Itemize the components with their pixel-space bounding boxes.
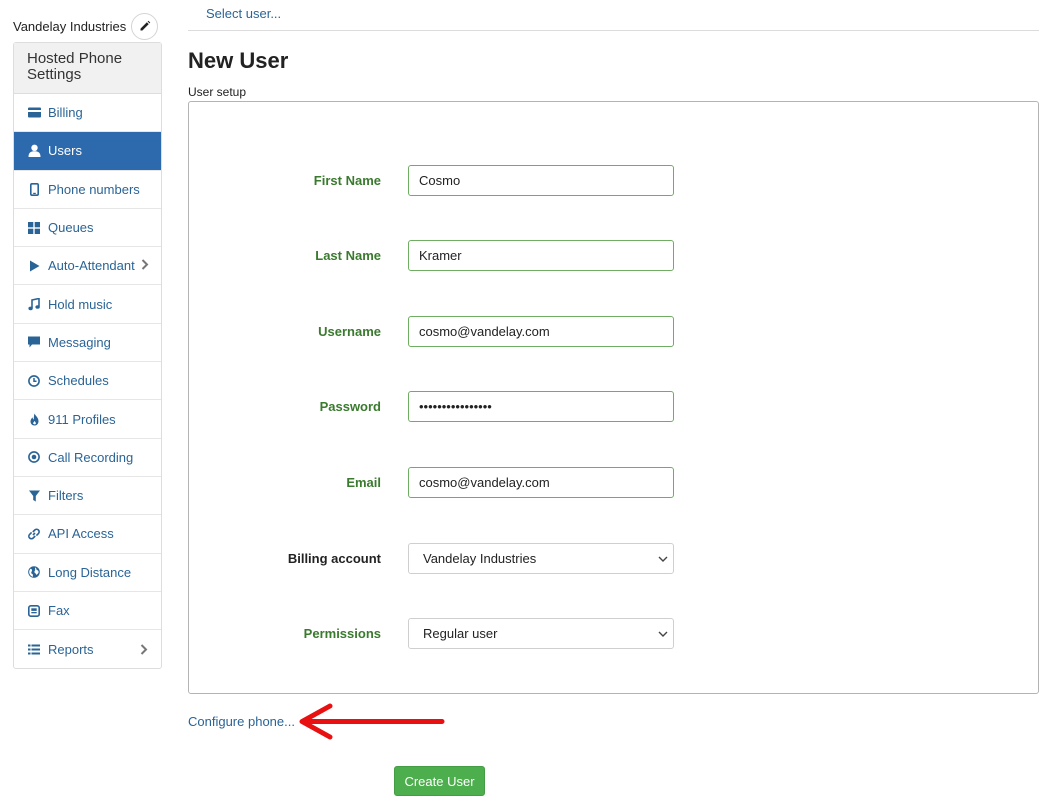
- password-input[interactable]: [408, 391, 674, 422]
- sidebar: Hosted Phone Settings Billing Users Phon…: [13, 42, 162, 670]
- sidebar-item-hold-music[interactable]: Hold music: [14, 285, 161, 324]
- sidebar-item-phone-numbers[interactable]: Phone numbers: [14, 171, 161, 209]
- sidebar-item-fax[interactable]: Fax: [14, 592, 161, 631]
- section-label: User setup: [188, 85, 247, 99]
- last-name-row: Last Name: [189, 240, 1038, 271]
- sidebar-item-schedules[interactable]: Schedules: [14, 362, 161, 401]
- first-name-input[interactable]: [408, 165, 674, 196]
- sidebar-item-label: Phone numbers: [48, 181, 140, 197]
- company-name: Vandelay Industries: [13, 18, 127, 34]
- username-label: Username: [318, 324, 381, 339]
- pencil-icon: [140, 20, 150, 31]
- mobile-phone-icon: [27, 182, 41, 196]
- billing-account-value: Vandelay Industries: [423, 551, 537, 566]
- sidebar-item-billing[interactable]: Billing: [14, 94, 161, 133]
- record-icon: [27, 450, 41, 464]
- sidebar-item-label: 911 Profiles: [48, 411, 116, 427]
- sidebar-item-queues[interactable]: Queues: [14, 209, 161, 248]
- credit-card-icon: [27, 106, 41, 120]
- list-icon: [27, 642, 41, 656]
- edit-company-button[interactable]: [131, 12, 159, 40]
- red-arrow-annotation: [299, 703, 445, 740]
- username-input[interactable]: [408, 316, 674, 347]
- email-label: Email: [346, 475, 381, 490]
- username-row: Username: [189, 316, 1038, 347]
- first-name-row: First Name: [189, 165, 1038, 196]
- sidebar-item-label: Billing: [48, 105, 83, 121]
- sidebar-item-label: Messaging: [48, 334, 111, 350]
- sidebar-item-reports[interactable]: Reports: [14, 630, 161, 668]
- sidebar-item-filters[interactable]: Filters: [14, 477, 161, 516]
- sidebar-item-auto-attendant[interactable]: Auto-Attendant: [14, 247, 161, 286]
- permissions-value: Regular user: [423, 626, 498, 641]
- configure-phone-link[interactable]: Configure phone...: [188, 714, 295, 729]
- sidebar-item-label: Schedules: [48, 373, 109, 389]
- email-row: Email: [189, 467, 1038, 498]
- link-icon: [27, 527, 41, 541]
- permissions-label: Permissions: [303, 626, 381, 641]
- first-name-label: First Name: [313, 173, 381, 188]
- sidebar-item-label: Queues: [48, 220, 94, 236]
- sidebar-item-label: Users: [48, 143, 82, 159]
- email-input[interactable]: [408, 467, 674, 498]
- sidebar-item-long-distance[interactable]: Long Distance: [14, 554, 161, 592]
- billing-account-label: Billing account: [287, 551, 381, 566]
- sidebar-item-label: Reports: [48, 641, 94, 657]
- sidebar-item-api-access[interactable]: API Access: [14, 515, 161, 554]
- chevron-right-icon: [140, 643, 148, 658]
- select-user-link[interactable]: Select user...: [206, 6, 281, 21]
- fire-icon: [27, 412, 41, 426]
- play-icon: [27, 259, 41, 273]
- chevron-down-icon: [658, 556, 668, 562]
- user-setup-form: First Name Last Name Username Password E…: [188, 101, 1039, 694]
- globe-icon: [27, 565, 41, 579]
- last-name-label: Last Name: [315, 248, 381, 263]
- billing-account-row: Billing account Vandelay Industries: [189, 543, 1038, 574]
- clock-icon: [27, 374, 41, 388]
- password-label: Password: [319, 399, 381, 414]
- sidebar-item-label: API Access: [48, 526, 114, 542]
- page-title: New User: [188, 48, 289, 73]
- permissions-select[interactable]: Regular user: [408, 618, 674, 649]
- speech-bubble-icon: [27, 335, 41, 349]
- chevron-right-icon: [141, 258, 149, 273]
- sidebar-item-label: Call Recording: [48, 449, 134, 465]
- user-icon: [27, 144, 41, 158]
- billing-account-select[interactable]: Vandelay Industries: [408, 543, 674, 574]
- sidebar-item-messaging[interactable]: Messaging: [14, 324, 161, 363]
- sidebar-item-911-profiles[interactable]: 911 Profiles: [14, 400, 161, 439]
- sidebar-item-label: Fax: [48, 603, 70, 618]
- sidebar-item-label: Auto-Attendant: [48, 258, 135, 274]
- create-user-button[interactable]: Create User: [394, 766, 485, 796]
- fax-icon: [27, 604, 41, 618]
- music-note-icon: [27, 297, 41, 311]
- sidebar-heading: Hosted Phone Settings: [14, 43, 161, 94]
- password-row: Password: [189, 391, 1038, 422]
- sidebar-item-call-recording[interactable]: Call Recording: [14, 439, 161, 477]
- sidebar-item-label: Long Distance: [48, 564, 132, 580]
- sidebar-item-label: Hold music: [48, 296, 113, 312]
- company-header: Vandelay Industries: [13, 12, 159, 40]
- permissions-row: Permissions Regular user: [189, 618, 1038, 649]
- grid-icon: [27, 221, 41, 235]
- sidebar-item-label: Filters: [48, 488, 84, 504]
- last-name-input[interactable]: [408, 240, 674, 271]
- chevron-down-icon: [658, 631, 668, 637]
- divider: [188, 30, 1039, 31]
- sidebar-item-users[interactable]: Users: [14, 132, 161, 171]
- filter-icon: [27, 489, 41, 503]
